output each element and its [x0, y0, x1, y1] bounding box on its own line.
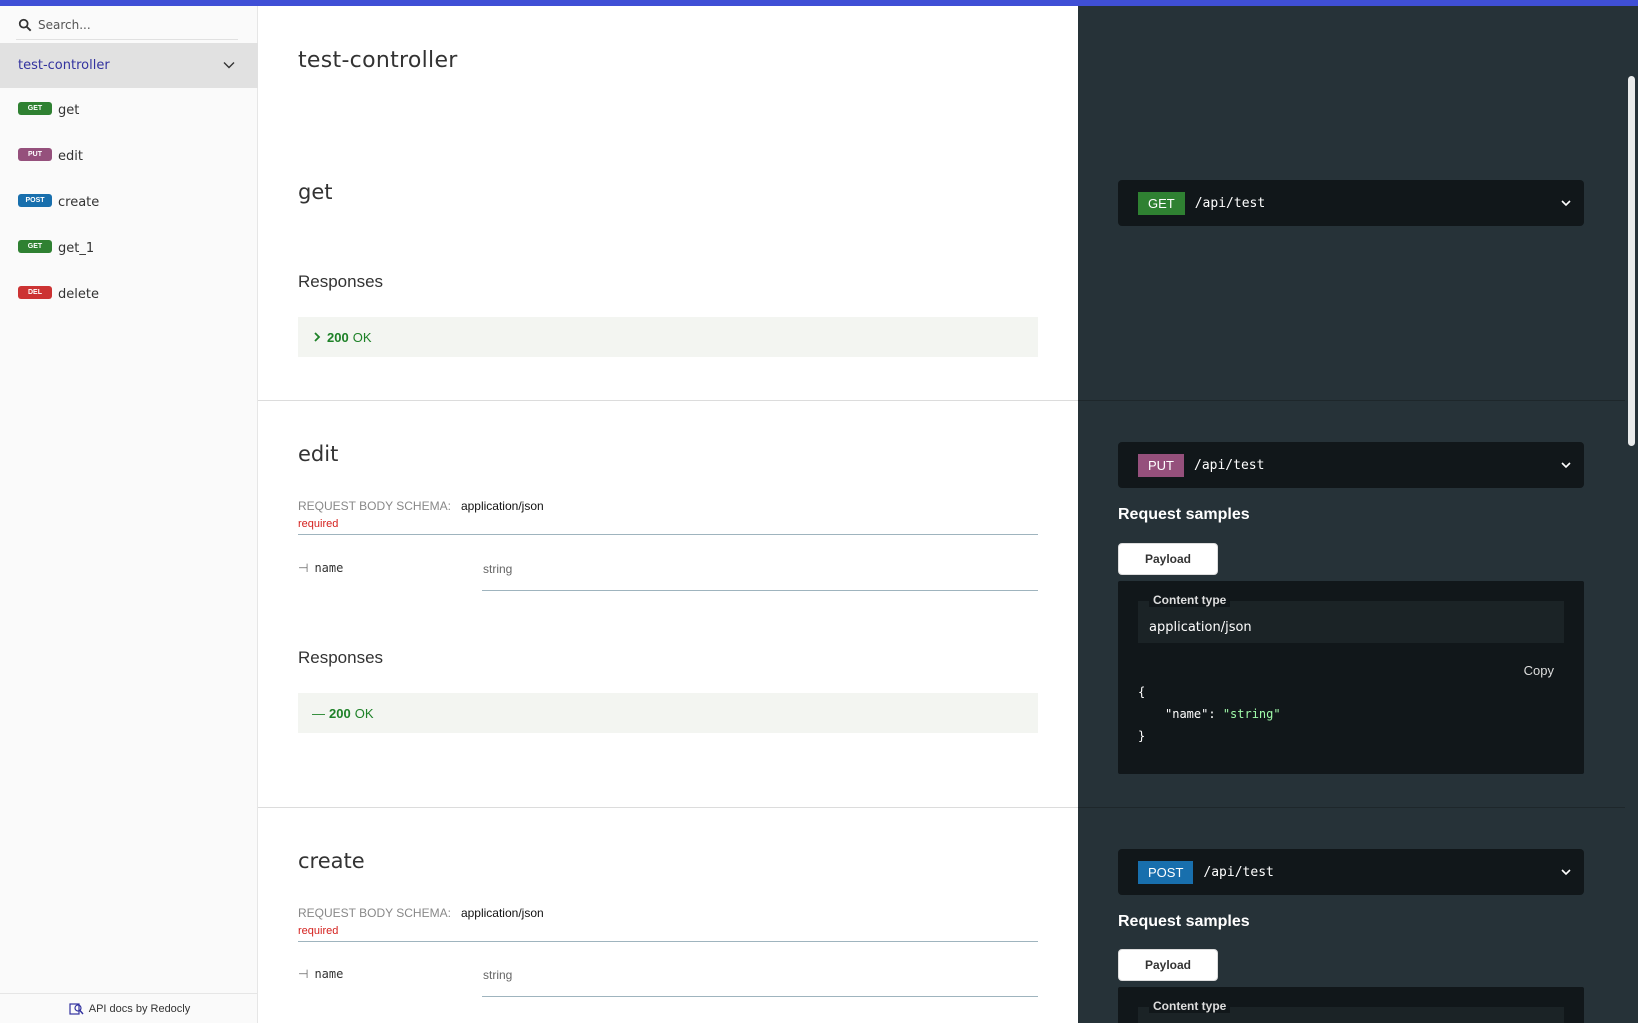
main-content: test-controller get Responses 200 OK edi… — [258, 6, 1078, 1023]
schema-divider — [298, 534, 1038, 535]
property-divider — [482, 590, 1038, 591]
section-divider — [258, 400, 1078, 401]
sidebar-item-label: get_1 — [58, 240, 95, 256]
endpoint-put-api-test[interactable]: PUT /api/test — [1118, 442, 1584, 488]
search-box — [16, 10, 238, 40]
schema-label: REQUEST BODY SCHEMA: — [298, 499, 451, 513]
dash-icon: — — [312, 705, 325, 721]
required-label: required — [298, 518, 339, 530]
response-200-toggle[interactable]: — 200 OK — [298, 693, 1038, 733]
response-200-toggle[interactable]: 200 OK — [298, 317, 1038, 357]
schema-divider — [298, 941, 1038, 942]
operation-title-edit: edit — [298, 442, 339, 466]
request-sample-box: Content type — [1118, 987, 1584, 1023]
sidebar-group-test-controller[interactable]: test-controller — [0, 43, 258, 88]
operation-title-get: get — [298, 180, 333, 204]
required-label: required — [298, 925, 339, 937]
response-text: OK — [352, 329, 372, 345]
sidebar-item-label: create — [58, 194, 100, 210]
sidebar-group-label: test-controller — [18, 58, 110, 73]
sidebar-item-label: delete — [58, 286, 99, 302]
copy-button[interactable]: Copy — [1524, 663, 1554, 678]
response-code: 200 — [327, 329, 349, 345]
sidebar-item-label: get — [58, 102, 80, 118]
section-divider — [1078, 400, 1625, 401]
content-type-select[interactable]: application/json — [1138, 601, 1564, 643]
top-accent-bar — [0, 0, 1638, 6]
method-badge-delete: DEL — [18, 285, 52, 299]
response-text: OK — [354, 705, 374, 721]
property-type: string — [483, 968, 513, 982]
redocly-footer-link[interactable]: API docs by Redocly — [0, 993, 258, 1023]
operation-title-create: create — [298, 849, 365, 873]
property-name: ⊣ name — [298, 561, 344, 575]
tree-branch-icon: ⊣ — [298, 561, 309, 575]
code-line: "name": "string" — [1165, 707, 1281, 721]
page-scrollbar[interactable] — [1625, 6, 1638, 1023]
content-type-label: Content type — [1149, 593, 1231, 607]
schema-type: application/json — [460, 499, 544, 513]
page-title: test-controller — [298, 48, 458, 73]
method-badge-post: POST — [18, 193, 52, 207]
payload-tab[interactable]: Payload — [1118, 543, 1218, 575]
payload-tab[interactable]: Payload — [1118, 949, 1218, 981]
code-sample: { "name": "string" } — [1138, 681, 1281, 747]
request-body-schema: REQUEST BODY SCHEMA: application/json — [298, 906, 544, 920]
sidebar-item-get[interactable]: GET get — [0, 95, 258, 125]
chevron-down-icon — [223, 62, 235, 69]
response-code: 200 — [329, 705, 351, 721]
sidebar: test-controller GET get PUT edit POST cr… — [0, 6, 258, 1023]
sidebar-item-get-1[interactable]: GET get_1 — [0, 233, 258, 263]
endpoint-get-api-test[interactable]: GET /api/test — [1118, 180, 1584, 226]
endpoint-path: /api/test — [1203, 864, 1274, 880]
redocly-logo-icon — [69, 1002, 84, 1015]
method-badge-get: GET — [18, 239, 52, 253]
code-line: } — [1138, 729, 1146, 743]
content-type-value: application/json — [1149, 620, 1252, 635]
chevron-right-icon — [314, 332, 321, 342]
http-method-badge: POST — [1138, 860, 1194, 884]
sidebar-item-delete[interactable]: DEL delete — [0, 279, 258, 309]
endpoint-post-api-test[interactable]: POST /api/test — [1118, 849, 1584, 895]
search-input[interactable] — [38, 17, 228, 32]
code-line: { — [1138, 685, 1146, 699]
request-body-schema: REQUEST BODY SCHEMA: application/json — [298, 499, 544, 513]
request-sample-box: application/json Content type Copy { "na… — [1118, 581, 1584, 774]
request-samples-heading: Request samples — [1118, 913, 1250, 930]
request-samples-heading: Request samples — [1118, 506, 1250, 523]
http-method-badge: GET — [1138, 191, 1185, 215]
section-divider — [1078, 807, 1625, 808]
chevron-down-icon — [1561, 200, 1571, 207]
schema-type: application/json — [460, 906, 544, 920]
responses-heading: Responses — [298, 272, 384, 291]
tree-branch-icon: ⊣ — [298, 967, 309, 981]
method-badge-get: GET — [18, 101, 52, 115]
endpoint-path: /api/test — [1194, 457, 1265, 473]
content-type-label: Content type — [1149, 999, 1231, 1013]
search-icon — [18, 18, 32, 31]
sidebar-item-label: edit — [58, 148, 83, 164]
property-name: ⊣ name — [298, 967, 344, 981]
http-method-badge: PUT — [1138, 453, 1184, 477]
footer-text: API docs by Redocly — [88, 1002, 191, 1015]
property-type: string — [483, 562, 513, 576]
scrollbar-thumb[interactable] — [1628, 76, 1635, 446]
schema-label: REQUEST BODY SCHEMA: — [298, 906, 451, 920]
responses-heading: Responses — [298, 648, 384, 667]
endpoint-path: /api/test — [1194, 195, 1266, 211]
method-badge-put: PUT — [18, 147, 52, 161]
chevron-down-icon — [1561, 462, 1571, 469]
property-divider — [482, 996, 1038, 997]
right-panel: GET /api/test PUT /api/test Request samp… — [1078, 6, 1625, 1023]
section-divider — [258, 807, 1078, 808]
sidebar-item-edit[interactable]: PUT edit — [0, 141, 258, 171]
chevron-down-icon — [1561, 869, 1571, 876]
sidebar-item-create[interactable]: POST create — [0, 187, 258, 217]
